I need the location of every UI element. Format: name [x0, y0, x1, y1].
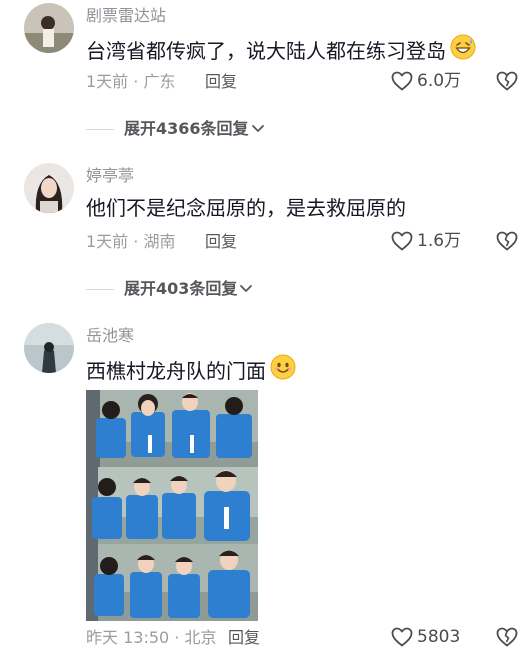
sweat-grin-emoji: [450, 34, 476, 67]
expand-divider: [86, 128, 114, 130]
like-button[interactable]: 1.6万: [391, 231, 461, 251]
comment-text: 西樵村龙舟队的门面: [86, 354, 296, 387]
avatar[interactable]: [24, 163, 74, 213]
like-count: 6.0万: [417, 71, 462, 91]
like-button[interactable]: 5803: [391, 627, 460, 647]
avatar[interactable]: [24, 3, 74, 53]
image-frame: [86, 544, 258, 621]
like-count: 5803: [417, 627, 461, 647]
heart-outline-icon: [391, 627, 413, 647]
chevron-down-icon: [251, 125, 264, 132]
comment-meta: 1天前 · 湖南: [86, 232, 176, 251]
comment-item: 岳池寒 西樵村龙舟队的门面: [0, 320, 531, 658]
broken-heart-icon: [496, 231, 518, 251]
expand-label: 展开403条回复: [124, 279, 238, 298]
like-count: 1.6万: [417, 231, 462, 251]
heart-outline-icon: [391, 71, 413, 91]
comment-text-content: 西樵村龙舟队的门面: [86, 358, 266, 383]
expand-divider: [86, 288, 114, 290]
username[interactable]: 婷亭葶: [86, 166, 134, 186]
comment-meta: 1天前 · 广东: [86, 72, 176, 91]
username[interactable]: 岳池寒: [86, 326, 134, 346]
comment-item: 剧票雷达站 台湾省都传疯了，说大陆人都在练习登岛 1天前 · 广东 回复 6.0…: [0, 0, 531, 140]
username[interactable]: 剧票雷达站: [86, 6, 166, 26]
image-frame: [86, 390, 258, 467]
heart-outline-icon: [391, 231, 413, 251]
expand-replies-button[interactable]: 展开4366条回复: [86, 119, 265, 139]
expand-replies-button[interactable]: 展开403条回复: [86, 279, 253, 299]
comment-text: 台湾省都传疯了，说大陆人都在练习登岛: [86, 34, 476, 67]
avatar[interactable]: [24, 323, 74, 373]
smile-emoji: [270, 354, 296, 387]
comment-list: 剧票雷达站 台湾省都传疯了，说大陆人都在练习登岛 1天前 · 广东 回复 6.0…: [0, 0, 531, 658]
reply-button[interactable]: 回复: [228, 628, 260, 648]
broken-heart-icon: [496, 627, 518, 647]
like-button[interactable]: 6.0万: [391, 71, 461, 91]
chevron-down-icon: [240, 285, 253, 292]
dislike-button[interactable]: [496, 627, 518, 651]
expand-label: 展开4366条回复: [124, 119, 249, 138]
comment-image[interactable]: [86, 390, 258, 621]
dislike-button[interactable]: [496, 71, 518, 95]
dislike-button[interactable]: [496, 231, 518, 255]
comment-text-content: 台湾省都传疯了，说大陆人都在练习登岛: [86, 38, 446, 63]
comment-text-content: 他们不是纪念屈原的，是去救屈原的: [86, 196, 406, 220]
comment-item: 婷亭葶 他们不是纪念屈原的，是去救屈原的 1天前 · 湖南 回复 1.6万 展开…: [0, 160, 531, 300]
reply-button[interactable]: 回复: [205, 232, 237, 252]
reply-button[interactable]: 回复: [205, 72, 237, 92]
broken-heart-icon: [496, 71, 518, 91]
comment-text: 他们不是纪念屈原的，是去救屈原的: [86, 194, 406, 222]
comment-meta: 昨天 13:50 · 北京: [86, 628, 217, 647]
image-frame: [86, 467, 258, 544]
